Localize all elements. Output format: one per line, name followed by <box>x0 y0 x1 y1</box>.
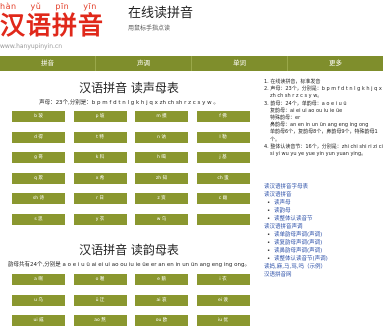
site-logo[interactable]: hàn yǔ pīn yīn 汉语拼音 www.hanyupinyin.cn <box>0 0 120 56</box>
link-pinyin-site[interactable]: 汉语拼音网 <box>264 271 383 279</box>
link-read-initials[interactable]: 读声母 <box>264 199 383 207</box>
initial-cell[interactable]: t 特 <box>73 131 127 143</box>
initial-cell[interactable]: h 喝 <box>135 152 188 163</box>
initial-cell[interactable]: p 坡 <box>73 111 127 122</box>
link-read-syllables[interactable]: 读整体认读音节 <box>264 215 383 223</box>
initial-cell[interactable]: l 勒 <box>196 131 250 143</box>
initial-cell[interactable]: zh 知 <box>135 172 188 184</box>
nav-item-words[interactable]: 单词 <box>192 56 288 71</box>
initial-cell[interactable]: f 佛 <box>196 111 250 122</box>
link-simple-finals-tones[interactable]: 读单韵母声调(声调) <box>264 231 383 239</box>
main-content: 汉语拼音 读声母表 声母：23个,分别是：b p m f d t n l g k… <box>0 71 258 328</box>
site-header: hàn yǔ pīn yīn 汉语拼音 www.hanyupinyin.cn 在线读拼… <box>0 0 383 56</box>
logo-pinyin-yu: yǔ <box>30 2 42 11</box>
info-line: 个。 <box>270 136 281 143</box>
info-line: 复韵母：ai ei ui ao ou iu ie üe <box>270 107 343 114</box>
info-line: zh ch sh r z c s y w。 <box>270 93 323 100</box>
link-syllables-tones[interactable]: 读整体认读音节(声调) <box>264 255 383 263</box>
info-line: 3. 韵母：24个，单韵母：a o e i u ü <box>264 100 347 107</box>
logo-text: 汉语拼音 <box>0 11 105 40</box>
initial-cell[interactable]: g 哥 <box>12 152 65 163</box>
finals-grid: a 啊 o 喔 e 鹅 i 衣 u 乌 ü 迂 ai 哀 ei 诶 ui 威 a… <box>12 274 250 326</box>
final-cell[interactable]: e 鹅 <box>135 274 188 285</box>
final-cell[interactable]: ao 熬 <box>73 315 127 326</box>
link-compound-finals-tones[interactable]: 读复韵母声调(声调) <box>264 239 383 247</box>
initials-grid: b 玻 p 坡 m 摸 f 佛 d 得 t 特 n 讷 l 勒 g 哥 k 科 … <box>12 111 250 225</box>
final-cell[interactable]: i 衣 <box>196 274 250 285</box>
final-cell[interactable]: a 啊 <box>12 274 65 285</box>
initial-cell[interactable]: j 基 <box>196 152 250 163</box>
initial-cell[interactable]: k 科 <box>73 152 127 163</box>
link-nasal-finals-tones[interactable]: 读鼻韵母声调(声调) <box>264 247 383 255</box>
initial-cell[interactable]: y 衣 <box>73 213 127 225</box>
link-read-finals[interactable]: 读韵母 <box>264 207 383 215</box>
final-cell[interactable]: ei 诶 <box>196 294 250 306</box>
initial-cell[interactable]: n 讷 <box>135 131 188 143</box>
final-cell[interactable]: ai 哀 <box>135 294 188 306</box>
initial-cell-empty[interactable] <box>196 213 250 225</box>
final-cell[interactable]: iu 优 <box>196 315 250 326</box>
initial-cell[interactable]: c 雌 <box>196 193 250 204</box>
final-cell[interactable]: o 喔 <box>73 274 127 285</box>
initial-cell[interactable]: d 得 <box>12 131 65 143</box>
sidebar: 1. 在线读拼音，标准发音 2. 声母：23个，分别是：b p m f d t … <box>258 71 383 328</box>
final-cell[interactable]: ü 迂 <box>73 294 127 306</box>
sidebar-links: 读汉语拼音字母表 读汉语拼音 读声母 读韵母 读整体认读音节 读汉语拼音声调 读… <box>264 183 383 279</box>
initials-title: 汉语拼音 读声母表 <box>79 81 179 95</box>
final-cell[interactable]: u 乌 <box>12 294 65 306</box>
logo-pinyin: hàn yǔ pīn yīn <box>0 2 111 11</box>
initial-cell[interactable]: ch 蚩 <box>196 172 250 184</box>
initial-cell[interactable]: s 思 <box>12 213 65 225</box>
info-line: 2. 声母：23个，分别是：b p m f d t n l g k h j q … <box>264 86 382 93</box>
finals-description: 韵母共有24个,分别是 a o e i u ü ai ei ui ao ou i… <box>8 262 250 268</box>
nav-item-pinyin[interactable]: 拼音 <box>0 56 96 71</box>
main-nav: 拼音 声调 单词 更多 <box>0 56 383 71</box>
logo-pinyin-pin: pīn <box>55 2 70 11</box>
initial-cell[interactable]: z 资 <box>135 193 188 204</box>
link-pinyin-alphabet[interactable]: 读汉语拼音字母表 <box>264 183 383 191</box>
info-line: 单韵母6个，复韵母8个，鼻韵母9个，特殊韵母1 <box>270 129 378 136</box>
link-read-pinyin[interactable]: 读汉语拼音 <box>264 191 383 199</box>
logo-pinyin-yin: yīn <box>83 2 97 11</box>
initial-cell[interactable]: r 日 <box>73 193 127 204</box>
info-line: si yi wu yu ye yue yin yun yuan ying。 <box>270 151 367 158</box>
final-cell[interactable]: ui 威 <box>12 315 65 326</box>
initial-cell[interactable]: m 摸 <box>135 111 188 122</box>
initial-cell[interactable]: w 乌 <box>135 213 188 225</box>
finals-title: 汉语拼音 读韵母表 <box>79 243 179 257</box>
page-title: 在线读拼音 <box>128 6 194 21</box>
final-cell[interactable]: ou 欧 <box>135 315 188 326</box>
info-line: 4. 整体认读音节：16个，分别是：zhi chi shi ri zi ci <box>264 143 383 150</box>
sidebar-info: 1. 在线读拼音，标准发音 2. 声母：23个，分别是：b p m f d t … <box>264 79 383 158</box>
nav-item-tones[interactable]: 声调 <box>96 56 192 71</box>
initial-cell[interactable]: sh 诗 <box>12 193 65 204</box>
page-subtitle: 用鼠标手指点读 <box>128 25 171 32</box>
logo-url: www.hanyupinyin.cn <box>0 43 63 50</box>
initial-cell[interactable]: x 希 <box>73 172 127 184</box>
link-ma-example[interactable]: 读妈,麻,马,骂,吗（示例） <box>264 263 383 271</box>
initial-cell[interactable]: b 玻 <box>12 111 65 122</box>
link-read-tones[interactable]: 读汉语拼音声调 <box>264 223 383 231</box>
nav-item-more[interactable]: 更多 <box>288 56 383 71</box>
initial-cell[interactable]: q 欺 <box>12 172 65 184</box>
initials-description: 声母：23个,分别是：b p m f d t n l g k h j q x z… <box>39 100 219 106</box>
logo-pinyin-han: hàn <box>0 2 17 11</box>
